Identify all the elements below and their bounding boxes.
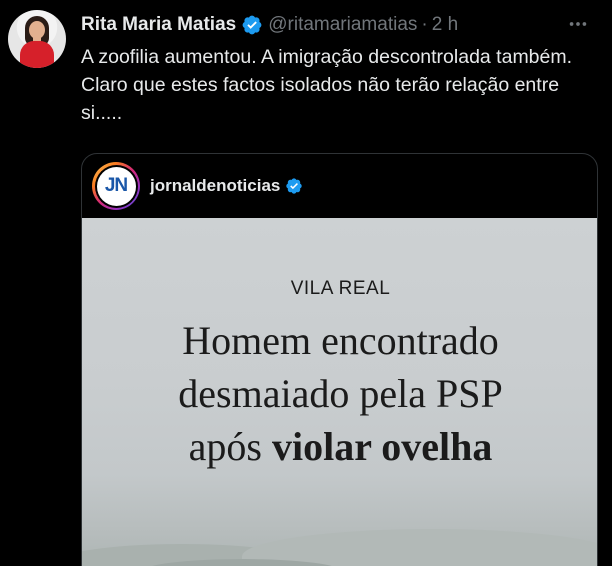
timestamp[interactable]: 2 h (432, 14, 458, 36)
headline-line: após violar ovelha (82, 420, 597, 473)
avatar-body (20, 41, 54, 68)
headline-line: Homem encontrado (182, 318, 499, 363)
headline-prefix: após (188, 424, 272, 469)
author-handle[interactable]: @ritamariamatias (268, 14, 417, 36)
card-header: JN jornaldenoticias (82, 154, 597, 218)
headline-line: desmaiado pela PSP (178, 371, 503, 416)
tweet-text: A zoofilia aumentou. A imigração descont… (81, 46, 573, 124)
verified-badge-icon[interactable] (241, 14, 263, 36)
news-headline: Homem encontrado desmaiado pela PSP após… (82, 314, 597, 473)
news-kicker: VILA REAL (290, 278, 391, 299)
logo-text: JN (104, 175, 128, 196)
news-image[interactable]: VILA REAL Homem encontrado desmaiado pel… (82, 218, 597, 566)
card-account-name[interactable]: jornaldenoticias (150, 176, 280, 196)
verified-badge-icon (285, 177, 303, 195)
tweet[interactable]: Rita Maria Matias @ritamariamatias · 2 h… (0, 0, 612, 566)
avatar[interactable] (8, 10, 66, 68)
embedded-post-card[interactable]: JN jornaldenoticias VILA REAL Homem enco… (81, 153, 598, 566)
avatar-face (29, 21, 45, 39)
headline-bold: violar ovelha (271, 424, 493, 469)
more-horizontal-icon[interactable] (564, 14, 592, 34)
author-name[interactable]: Rita Maria Matias (81, 14, 236, 36)
separator-dot: · (421, 14, 428, 35)
jn-logo-icon[interactable]: JN (92, 162, 140, 210)
tweet-header: Rita Maria Matias @ritamariamatias · 2 h (81, 12, 458, 38)
